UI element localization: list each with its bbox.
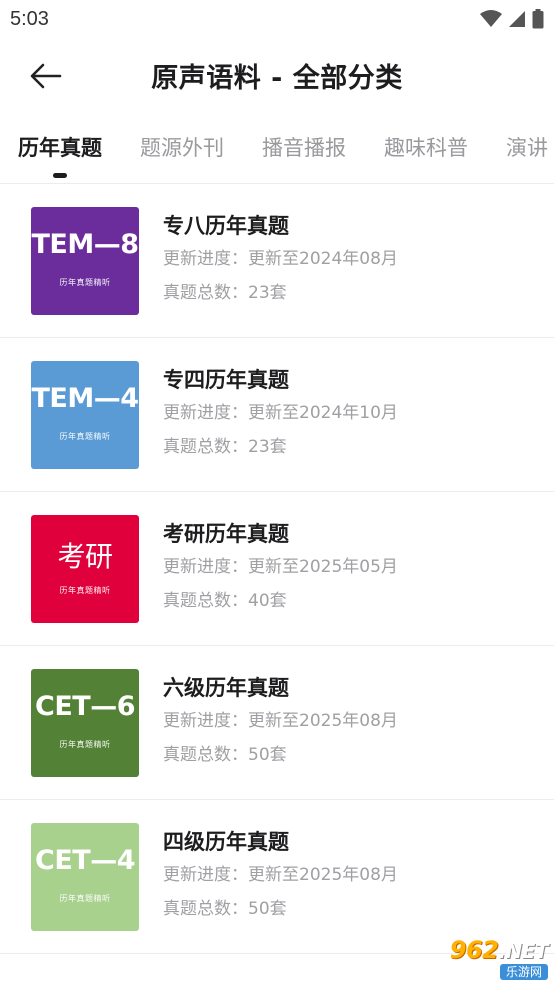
cover-image: CET—4 历年真题精听 — [31, 823, 139, 931]
item-count: 真题总数：40套 — [163, 591, 287, 611]
list-item[interactable]: CET—4 历年真题精听 四级历年真题 更新进度：更新至2025年08月 真题总… — [0, 800, 554, 954]
item-title: 专四历年真题 — [163, 368, 289, 392]
page-title: 原声语料 - 全部分类 — [151, 63, 403, 94]
item-text: 专四历年真题 更新进度：更新至2024年10月 真题总数：23套 — [163, 366, 398, 459]
item-title: 考研历年真题 — [163, 522, 289, 546]
tab-label: 趣味科普 — [384, 136, 468, 160]
watermark-logo: 962.NET 乐游网 — [408, 938, 548, 980]
item-count: 真题总数：50套 — [163, 899, 287, 919]
tab-foreign-journals[interactable]: 题源外刊 — [140, 128, 224, 168]
status-icons — [480, 9, 544, 29]
cover-image: TEM—4 历年真题精听 — [31, 361, 139, 469]
cover-subtitle: 历年真题精听 — [59, 894, 111, 903]
item-text: 专八历年真题 更新进度：更新至2024年08月 真题总数：23套 — [163, 212, 398, 305]
category-tabs: 历年真题 题源外刊 播音播报 趣味科普 演讲 — [0, 128, 554, 184]
item-progress: 更新进度：更新至2025年08月 — [163, 865, 398, 885]
cover-title: CET—4 — [35, 845, 135, 876]
item-progress: 更新进度：更新至2025年08月 — [163, 711, 398, 731]
watermark-net: .NET — [498, 939, 548, 963]
tab-label: 播音播报 — [262, 136, 346, 160]
status-bar: 5:03 — [0, 0, 554, 38]
watermark-sub: 乐游网 — [499, 964, 548, 980]
cover-title: TEM—4 — [31, 383, 139, 414]
tab-past-exams[interactable]: 历年真题 — [18, 128, 102, 178]
item-count: 真题总数：23套 — [163, 283, 287, 303]
list-item[interactable]: 考研 历年真题精听 考研历年真题 更新进度：更新至2025年05月 真题总数：4… — [0, 492, 554, 646]
item-title: 专八历年真题 — [163, 214, 289, 238]
tab-popular-science[interactable]: 趣味科普 — [384, 128, 468, 168]
item-progress: 更新进度：更新至2025年05月 — [163, 557, 398, 577]
item-count: 真题总数：23套 — [163, 437, 287, 457]
cover-image: 考研 历年真题精听 — [31, 515, 139, 623]
item-title: 六级历年真题 — [163, 676, 289, 700]
item-text: 六级历年真题 更新进度：更新至2025年08月 真题总数：50套 — [163, 674, 398, 767]
list-item[interactable]: TEM—8 历年真题精听 专八历年真题 更新进度：更新至2024年08月 真题总… — [0, 184, 554, 338]
cover-subtitle: 历年真题精听 — [59, 586, 111, 595]
cover-image: TEM—8 历年真题精听 — [31, 207, 139, 315]
cover-title: CET—6 — [35, 691, 135, 722]
cover-image: CET—6 历年真题精听 — [31, 669, 139, 777]
tab-label: 题源外刊 — [140, 136, 224, 160]
tab-speeches[interactable]: 演讲 — [506, 128, 548, 168]
item-text: 考研历年真题 更新进度：更新至2025年05月 真题总数：40套 — [163, 520, 398, 613]
cover-subtitle: 历年真题精听 — [59, 740, 111, 749]
exam-list: TEM—8 历年真题精听 专八历年真题 更新进度：更新至2024年08月 真题总… — [0, 184, 554, 954]
tab-active-indicator — [53, 173, 67, 178]
tab-label: 演讲 — [506, 136, 548, 160]
cover-subtitle: 历年真题精听 — [59, 432, 111, 441]
item-count: 真题总数：50套 — [163, 745, 287, 765]
cover-subtitle: 历年真题精听 — [59, 278, 111, 287]
tab-broadcast[interactable]: 播音播报 — [262, 128, 346, 168]
watermark-main: 962.NET — [449, 936, 549, 964]
item-title: 四级历年真题 — [163, 830, 289, 854]
list-item[interactable]: CET—6 历年真题精听 六级历年真题 更新进度：更新至2025年08月 真题总… — [0, 646, 554, 800]
cover-title: TEM—8 — [31, 229, 139, 260]
signal-icon — [509, 11, 525, 27]
item-progress: 更新进度：更新至2024年08月 — [163, 249, 398, 269]
battery-icon — [532, 9, 544, 29]
header: 原声语料 - 全部分类 — [0, 38, 554, 112]
watermark-number: 962 — [449, 936, 499, 964]
list-item[interactable]: TEM—4 历年真题精听 专四历年真题 更新进度：更新至2024年10月 真题总… — [0, 338, 554, 492]
cover-title: 考研 — [57, 540, 113, 573]
wifi-icon — [480, 10, 502, 27]
status-time: 5:03 — [10, 7, 49, 30]
tab-label: 历年真题 — [18, 136, 102, 160]
item-text: 四级历年真题 更新进度：更新至2025年08月 真题总数：50套 — [163, 828, 398, 921]
item-progress: 更新进度：更新至2024年10月 — [163, 403, 398, 423]
